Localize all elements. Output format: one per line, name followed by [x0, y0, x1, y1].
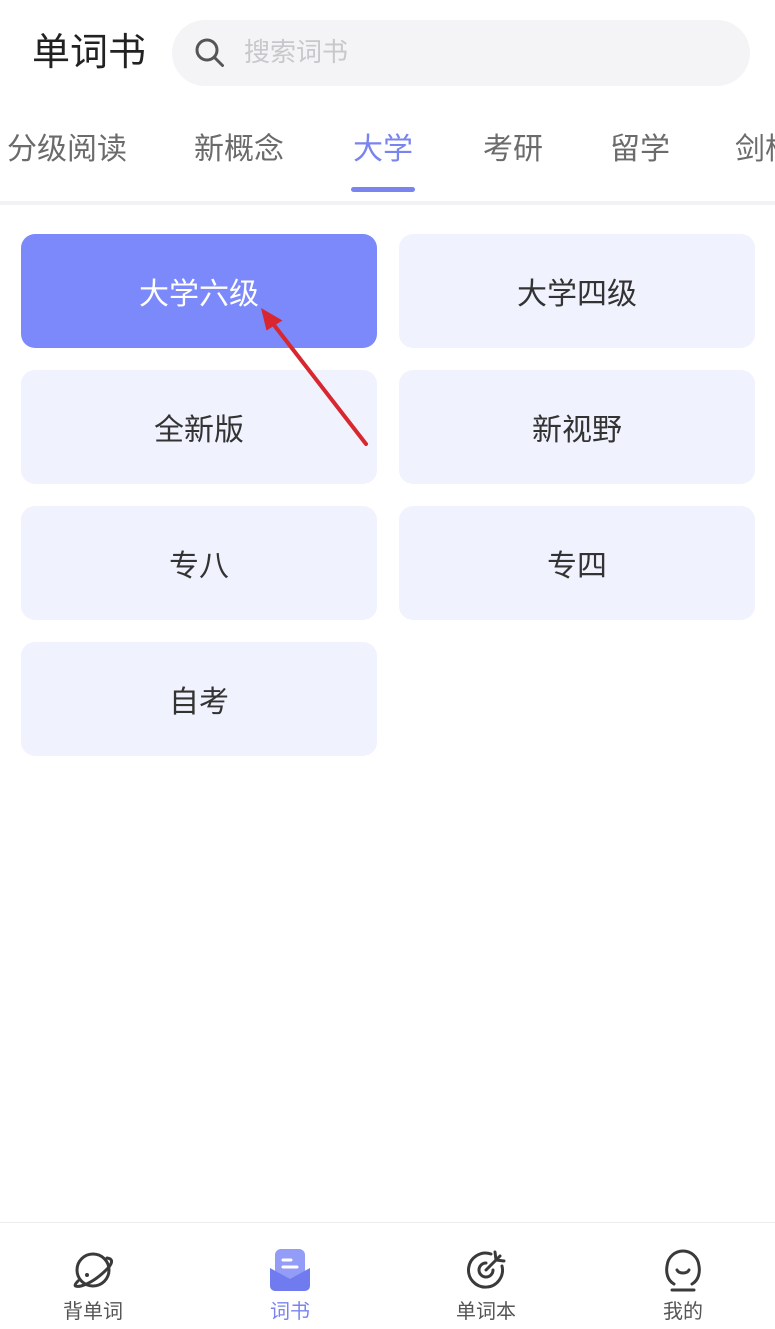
book-card-new-horizon[interactable]: 新视野	[399, 370, 755, 484]
nav-item-profile[interactable]: 我的	[603, 1223, 763, 1328]
tab-graded-reading[interactable]: 分级阅读	[7, 130, 127, 170]
nav-label-vocabulary-notebook: 单词本	[456, 1299, 516, 1323]
search-input[interactable]	[244, 20, 724, 86]
search-icon[interactable]	[194, 37, 226, 69]
book-card-cet4[interactable]: 大学四级	[399, 234, 755, 348]
app-header: 单词书	[0, 0, 775, 110]
nav-item-vocabulary-notebook[interactable]: 单词本	[406, 1223, 566, 1328]
nav-item-memorize[interactable]: 背单词	[13, 1223, 173, 1328]
tab-postgraduate[interactable]: 考研	[483, 130, 543, 170]
bottom-nav: 背单词 词书 单词本 我的	[0, 1222, 775, 1329]
nav-label-memorize: 背单词	[63, 1299, 123, 1323]
tabs-divider	[0, 201, 775, 205]
tab-new-concept[interactable]: 新概念	[194, 130, 284, 170]
nav-label-wordbooks: 词书	[270, 1299, 310, 1323]
tab-university[interactable]: 大学	[351, 130, 415, 170]
book-card-cet6[interactable]: 大学六级	[21, 234, 377, 348]
profile-icon	[659, 1246, 707, 1294]
nav-item-wordbooks[interactable]: 词书	[210, 1223, 370, 1328]
book-card-new-edition[interactable]: 全新版	[21, 370, 377, 484]
book-card-tem8[interactable]: 专八	[21, 506, 377, 620]
book-card-self-study-exam[interactable]: 自考	[21, 642, 377, 756]
active-tab-indicator	[351, 187, 415, 192]
target-icon	[462, 1246, 510, 1294]
page-title: 单词书	[32, 30, 147, 74]
book-icon	[266, 1246, 314, 1294]
category-tabs: 分级阅读 新概念 大学 考研 留学 剑桥	[0, 115, 775, 201]
book-card-tem4[interactable]: 专四	[399, 506, 755, 620]
nav-label-profile: 我的	[663, 1299, 703, 1323]
planet-icon	[69, 1246, 117, 1294]
tab-study-abroad[interactable]: 留学	[610, 130, 670, 170]
book-grid: 大学六级 大学四级 全新版 新视野 专八 专四 自考	[21, 234, 755, 756]
search-bar[interactable]	[172, 20, 750, 86]
tab-cambridge[interactable]: 剑桥	[735, 130, 775, 170]
